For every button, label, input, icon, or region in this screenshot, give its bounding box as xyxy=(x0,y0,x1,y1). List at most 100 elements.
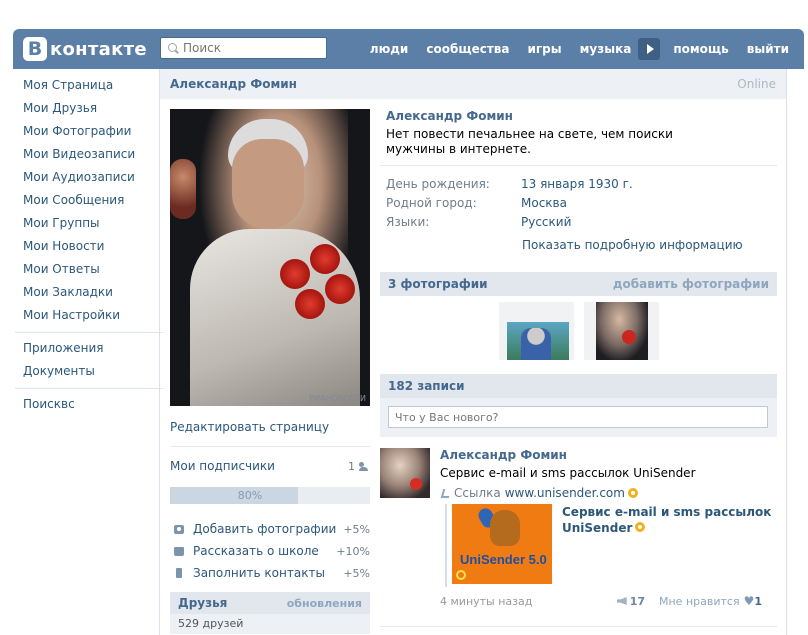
nav-music[interactable]: музыка xyxy=(571,42,641,56)
top-nav: люди сообщества игры музыка помощь выйти xyxy=(361,29,798,69)
info-value-link[interactable]: Русский xyxy=(521,215,571,229)
friends-title[interactable]: Друзья xyxy=(178,596,227,610)
task-contacts[interactable]: Заполнить контакты +5% xyxy=(170,562,370,584)
megaphone-icon xyxy=(616,597,627,605)
attachment-title-link[interactable]: Сервис e-mail и sms рассылок UniSender xyxy=(562,504,772,536)
post-author-avatar[interactable] xyxy=(380,448,430,498)
subscribers-count: 1 xyxy=(348,459,355,473)
friends-header: Друзья обновления xyxy=(170,592,370,614)
wall-composer xyxy=(380,398,777,437)
info-value-link[interactable]: Москва xyxy=(521,196,567,210)
online-status: Online xyxy=(737,77,776,91)
briefcase-icon xyxy=(174,546,184,556)
subscribers-label: Мои подписчики xyxy=(170,459,275,473)
photos-title[interactable]: 3 фотографии xyxy=(388,277,488,291)
play-icon[interactable] xyxy=(638,38,661,60)
info-languages: Языки: Русский xyxy=(386,212,777,231)
nav-communities[interactable]: сообщества xyxy=(417,42,518,56)
info-label: Языки: xyxy=(386,214,430,229)
menu-my-photos[interactable]: Мои Фотографии xyxy=(23,121,155,144)
new-post-input[interactable] xyxy=(388,406,768,428)
profile-page: Александр Фомин Online РИАНОВОСТИ Редакт… xyxy=(159,69,787,635)
menu-divider xyxy=(15,332,163,333)
menu-my-news[interactable]: Мои Новости xyxy=(23,236,155,259)
post-text: Сервис e-mail и sms рассылок UniSender xyxy=(440,466,696,480)
profile-completeness-bar: 80% xyxy=(170,487,370,504)
post-actions: 17 Мне нравится ♥ 1 xyxy=(616,594,762,608)
friends-updates-link[interactable]: обновления xyxy=(287,597,362,610)
menu-my-answers[interactable]: Мои Ответы xyxy=(23,259,155,282)
nav-logout[interactable]: выйти xyxy=(738,42,798,56)
menu-my-settings[interactable]: Мои Настройки xyxy=(23,305,155,328)
photo-watermark: РИАНОВОСТИ xyxy=(309,394,366,403)
menu-my-bookmarks[interactable]: Мои Закладки xyxy=(23,282,155,305)
profile-wide-column: Александр Фомин Нет повести печальнее на… xyxy=(380,109,777,635)
phone-icon xyxy=(176,568,182,578)
task-label: Рассказать о школе xyxy=(193,544,319,558)
profile-status[interactable]: Нет повести печальнее на свете, чем поис… xyxy=(386,127,716,157)
nav-games[interactable]: игры xyxy=(519,42,571,56)
repost-button[interactable]: 17 xyxy=(616,595,645,608)
wall-header[interactable]: 182 записи xyxy=(380,374,777,398)
like-button[interactable]: Мне нравится ♥ 1 xyxy=(659,594,762,608)
search-box[interactable] xyxy=(160,37,327,59)
search-input[interactable] xyxy=(183,41,313,55)
divider xyxy=(170,446,370,447)
like-label: Мне нравится xyxy=(659,594,740,608)
show-more-info-link[interactable]: Показать подробную информацию xyxy=(522,238,777,252)
post-link: Ссылка www.unisender.com xyxy=(440,486,638,500)
task-add-photos-left: Добавить фотографии xyxy=(170,522,336,536)
subscribers-link[interactable]: Мои подписчики 1 xyxy=(170,457,370,475)
photos-header: 3 фотографии добавить фотографии xyxy=(380,272,777,296)
profile-header-name: Александр Фомин xyxy=(170,77,297,91)
top-header: B контакте люди сообщества игры музыка п… xyxy=(13,29,804,69)
menu-apps[interactable]: Приложения xyxy=(23,338,155,361)
edit-page-link[interactable]: Редактировать страницу xyxy=(170,420,370,436)
profile-header-bar: Александр Фомин Online xyxy=(160,69,786,99)
photos-row xyxy=(380,296,777,362)
profile-tasks: Добавить фотографии +5% Рассказать о шко… xyxy=(170,518,370,584)
vk-logo[interactable]: B контакте xyxy=(23,37,147,61)
attachment-title: Сервис e-mail и sms рассылок UniSender xyxy=(562,505,772,535)
photo-thumbnail[interactable] xyxy=(583,302,659,360)
camera-icon xyxy=(174,524,184,534)
info-hometown: Родной город: Москва xyxy=(386,193,777,212)
info-value-link[interactable]: 13 января 1930 г. xyxy=(521,177,633,191)
nav-people[interactable]: люди xyxy=(361,42,418,56)
menu-documents[interactable]: Документы xyxy=(23,361,155,384)
link-prefix: Ссылка xyxy=(454,486,501,500)
search-icon xyxy=(168,42,179,54)
attachment-image[interactable]: UniSender 5.0 xyxy=(452,504,552,584)
menu-my-page[interactable]: Моя Страница xyxy=(23,75,155,98)
task-add-photos[interactable]: Добавить фотографии +5% xyxy=(170,518,370,540)
divider xyxy=(380,165,777,166)
user-icon xyxy=(359,461,370,471)
friends-count: 529 друзей xyxy=(170,614,370,634)
profile-photo[interactable]: РИАНОВОСТИ xyxy=(170,109,370,406)
profile-name: Александр Фомин xyxy=(386,109,513,123)
photo-thumbnail[interactable] xyxy=(498,302,574,360)
divider xyxy=(380,626,777,627)
menu-my-messages[interactable]: Мои Сообщения xyxy=(23,190,155,213)
menu-my-audio[interactable]: Мои Аудиозаписи xyxy=(23,167,155,190)
menu-my-videos[interactable]: Мои Видеозаписи xyxy=(23,144,155,167)
nav-help[interactable]: помощь xyxy=(664,42,737,56)
menu-my-groups[interactable]: Мои Группы xyxy=(23,213,155,236)
menu-divider xyxy=(15,388,163,389)
attachment-brand: UniSender 5.0 xyxy=(460,552,547,567)
menu-my-friends[interactable]: Мои Друзья xyxy=(23,98,155,121)
logo-text: контакте xyxy=(50,38,147,60)
task-school-left: Рассказать о школе xyxy=(170,544,319,558)
task-school[interactable]: Рассказать о школе +10% xyxy=(170,540,370,562)
task-label: Добавить фотографии xyxy=(193,522,337,536)
post-author-name[interactable]: Александр Фомин xyxy=(440,448,567,462)
add-photos-link[interactable]: добавить фотографии xyxy=(613,277,769,291)
menu-search-vs[interactable]: Поисквс xyxy=(23,394,155,417)
info-label: Родной город: xyxy=(386,195,477,210)
link-url[interactable]: www.unisender.com xyxy=(505,486,625,500)
info-birthday: День рождения: 13 января 1930 г. xyxy=(386,174,777,193)
verified-ring-icon xyxy=(456,570,466,580)
post-time[interactable]: 4 минуты назад xyxy=(440,595,532,608)
subscribers-count-wrap: 1 xyxy=(348,460,370,473)
progress-label: 80% xyxy=(237,489,263,502)
